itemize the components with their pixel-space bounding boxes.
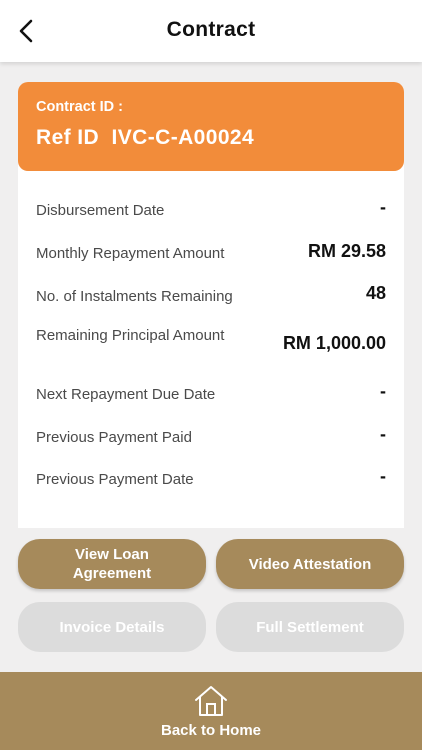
video-attestation-label: Video Attestation	[248, 555, 372, 573]
full-settlement-button[interactable]: Full Settlement	[216, 602, 404, 652]
contract-id-value: Ref ID IVC-C-A00024	[36, 126, 255, 149]
back-to-home-button[interactable]: Back to Home	[0, 672, 422, 750]
detail-value: -	[380, 424, 386, 444]
back-to-home-label: Back to Home	[160, 722, 262, 739]
detail-label: Previous Payment Date	[36, 471, 194, 488]
detail-value: -	[380, 381, 386, 401]
detail-value: RM 1,000.00	[282, 333, 386, 353]
invoice-details-label: Invoice Details	[59, 618, 165, 636]
detail-value: -	[380, 466, 386, 486]
detail-value: 48	[365, 283, 386, 303]
detail-label: No. of Instalments Remaining	[36, 288, 233, 305]
full-settlement-label: Full Settlement	[256, 618, 364, 636]
detail-value: RM 29.58	[307, 241, 386, 261]
app-header: Contract	[0, 0, 422, 62]
detail-label: Previous Payment Paid	[36, 429, 192, 446]
view-loan-agreement-label: View Loan Agreement	[72, 546, 152, 582]
detail-label: Disbursement Date	[36, 202, 165, 219]
video-attestation-button[interactable]: Video Attestation	[216, 539, 404, 589]
view-loan-agreement-button[interactable]: View Loan Agreement	[18, 539, 206, 589]
contract-card: Contract ID : Ref ID IVC-C-A00024 Disbur…	[18, 82, 404, 528]
detail-value: -	[380, 197, 386, 217]
contract-id-label: Contract ID :	[36, 99, 123, 115]
contract-id-banner: Contract ID : Ref ID IVC-C-A00024	[18, 82, 404, 171]
home-icon	[195, 686, 227, 716]
detail-label: Remaining Principal Amount	[36, 327, 225, 344]
detail-label: Next Repayment Due Date	[36, 386, 216, 403]
page-title: Contract	[166, 18, 256, 41]
invoice-details-button[interactable]: Invoice Details	[18, 602, 206, 652]
detail-label: Monthly Repayment Amount	[36, 245, 225, 262]
